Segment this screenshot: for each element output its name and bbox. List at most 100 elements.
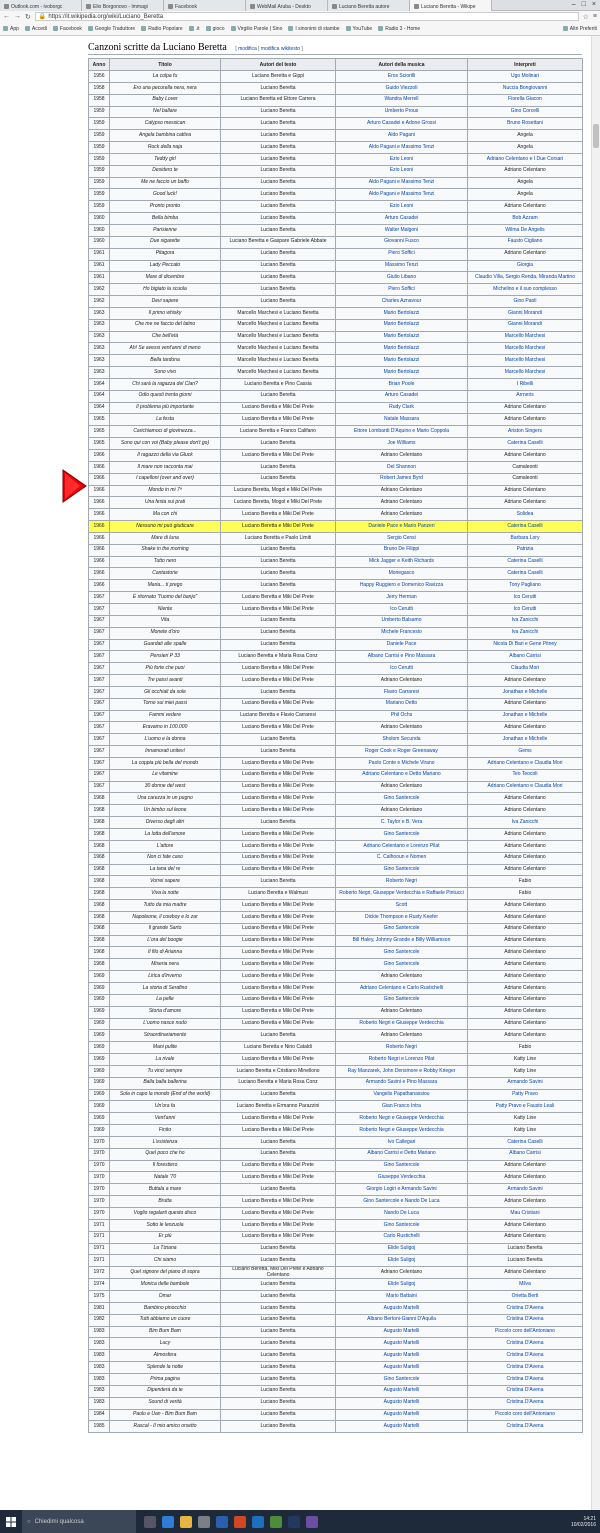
cell-lyricists[interactable]: Marcello Marchesi e Luciano Beretta [220,318,336,332]
cell-performers[interactable]: Marcello Marchesi [467,366,583,379]
cell-performers[interactable]: Cristina D'Avena [467,1301,583,1315]
cell-performers[interactable]: Gianni Morandi [467,318,583,332]
cell-performers[interactable]: Bob Azzam [467,212,583,225]
cell-composers[interactable]: Ivo Callegari [335,1135,468,1149]
cell-lyricists[interactable]: Luciano Beretta e Maria Rosa Conz [220,650,336,664]
edge-icon[interactable] [162,1515,174,1528]
cell-composers[interactable]: Gian Franco Intra [335,1100,468,1114]
cell-composers[interactable]: Adriano Celentano [335,508,468,522]
cell-performers[interactable]: Katty Line [467,1112,583,1126]
cell-composers[interactable]: Adriano Celentano [335,496,468,510]
cell-lyricists[interactable]: Luciano Beretta e Miki Del Prete [220,591,336,604]
cell-performers[interactable]: Adriano Celentano [467,946,583,960]
system-tray-clock[interactable]: 14:21 10/02/2016 [571,1516,600,1528]
cell-composers[interactable]: Flavio Carraresi [335,685,468,699]
cell-lyricists[interactable]: Luciano Beretta e Miki Del Prete [220,946,336,960]
cell-composers[interactable]: Mario Bertolazzi [335,342,468,356]
cell-composers[interactable]: Adriano Celentano e Carlo Rustichelli [335,981,468,995]
column-header-year[interactable]: Anno [88,58,110,71]
cell-composers[interactable]: Bruno De Filippi [335,543,468,557]
star-icon[interactable]: ☆ [583,13,589,21]
cell-performers[interactable]: Marcello Marchesi [467,330,583,344]
cell-lyricists[interactable]: Luciano Beretta e Miki Del Prete [220,1112,336,1126]
cell-composers[interactable]: Mario Bertolazzi [335,366,468,379]
word-icon[interactable] [216,1515,228,1528]
cell-performers[interactable]: Adriano Celentano [467,792,583,806]
cell-composers[interactable]: Augusto Martelli [335,1396,468,1410]
cell-lyricists[interactable]: Luciano Beretta [220,1396,336,1410]
cell-lyricists[interactable]: Luciano Beretta e Miki Del Prete [220,662,336,676]
store-icon[interactable] [198,1515,210,1528]
cell-lyricists[interactable]: Luciano Beretta, Mogol e Miki Del Prete [220,496,336,510]
cell-performers[interactable]: Albano Carrisi [467,1147,583,1161]
cell-lyricists[interactable]: Luciano Beretta [220,105,336,119]
cell-performers[interactable]: Fabio [467,887,583,901]
column-header-lyricists[interactable]: Autori del testo [220,58,336,71]
forward-icon[interactable]: → [14,13,21,20]
cell-performers[interactable]: Ico Cerutti [467,591,583,604]
app-icon[interactable] [306,1515,318,1528]
cell-lyricists[interactable]: Luciano Beretta e Miki Del Prete [220,1017,336,1031]
browser-tab[interactable]: Outlook.com - ivoborgc [0,0,82,11]
cell-performers[interactable]: Fausto Cigliano [467,235,583,249]
cell-performers[interactable]: Adriano Celentano [467,1029,583,1043]
cell-performers[interactable]: Solidea [467,508,583,522]
cell-composers[interactable]: Umberto Balsamo [335,614,468,628]
cell-performers[interactable]: Jonathan e Michelle [467,709,583,723]
cell-performers[interactable]: Adriano Celentano [467,839,583,853]
cell-lyricists[interactable]: Luciano Beretta [220,81,336,95]
cell-lyricists[interactable]: Luciano Beretta [220,1372,336,1386]
cell-composers[interactable]: Rudy Clark [335,401,468,415]
cell-performers[interactable]: Bruno Rosettani [467,117,583,131]
cell-performers[interactable]: Camaleonti [467,460,583,474]
cell-composers[interactable]: Adriano Celentano [335,970,468,983]
cell-composers[interactable]: Augusto Martelli [335,1301,468,1315]
cell-performers[interactable]: Tony Pagliano [467,579,583,593]
cell-lyricists[interactable]: Luciano Beretta [220,733,336,747]
column-header-composers[interactable]: Autori della musica [335,58,468,71]
powerpoint-icon[interactable] [234,1515,246,1528]
cell-performers[interactable]: Adriano Celentano [467,164,583,178]
cell-composers[interactable]: Monegasco [335,567,468,581]
cell-composers[interactable]: Giuseppe Verdecchia [335,1171,468,1185]
cell-performers[interactable]: Adriano Celentano [467,804,583,818]
cell-lyricists[interactable]: Luciano Beretta e Miki Del Prete [220,1207,336,1220]
cell-composers[interactable]: Roberto Negri [335,875,468,889]
cell-lyricists[interactable]: Luciano Beretta, Mogol e Miki Del Prete [220,484,336,498]
cell-lyricists[interactable]: Luciano Beretta [220,212,336,225]
cell-performers[interactable]: Adriano Celentano [467,200,583,214]
cell-performers[interactable]: Adriano Celentano [467,899,583,912]
cell-composers[interactable]: Adriano Celentano [335,674,468,687]
cell-performers[interactable]: Cristina D'Avena [467,1361,583,1374]
cell-lyricists[interactable]: Luciano Beretta e Gaspare Gabriele Abbat… [220,235,336,249]
browser-tab[interactable]: Luciano Beretta autore [328,0,410,11]
cell-composers[interactable]: Augusto Martelli [335,1361,468,1374]
cell-performers[interactable]: Cristina D'Avena [467,1384,583,1398]
cell-composers[interactable]: Mario Battaini [335,1290,468,1303]
cell-lyricists[interactable]: Marcello Marchesi e Luciano Beretta [220,306,336,320]
cell-performers[interactable]: Adriano Celentano [467,934,583,948]
cell-lyricists[interactable]: Luciano Beretta e Miki Del Prete [220,958,336,972]
cell-lyricists[interactable]: Luciano Beretta e Miki Del Prete [220,1171,336,1185]
cell-lyricists[interactable]: Luciano Beretta e Miki Del Prete [220,1005,336,1019]
cell-composers[interactable]: Mario Bertolazzi [335,318,468,332]
cell-lyricists[interactable]: Luciano Beretta [220,164,336,178]
cell-lyricists[interactable]: Luciano Beretta, Miki Del Prete e Adrian… [220,1266,336,1280]
cell-performers[interactable]: Gino Paoli [467,295,583,308]
chrome-icon[interactable] [270,1515,282,1528]
cell-composers[interactable]: Mario Bertolazzi [335,330,468,344]
cell-performers[interactable]: Adriano Celentano [467,910,583,924]
bookmark-item[interactable]: .it [188,26,200,32]
cell-composers[interactable]: C. Taylor e B. Vera [335,816,468,829]
cell-composers[interactable]: Gino Santercole [335,792,468,806]
start-button[interactable] [0,1510,22,1533]
cell-composers[interactable]: Gino Santercole e Nando De Luca [335,1195,468,1208]
cell-composers[interactable]: Elide Suligoj [335,1242,468,1256]
cell-lyricists[interactable]: Luciano Beretta [220,188,336,202]
cell-composers[interactable]: Eros Sciorilli [335,70,468,83]
cell-lyricists[interactable]: Luciano Beretta [220,626,336,640]
cell-performers[interactable]: Gianni Morandi [467,306,583,320]
cell-lyricists[interactable]: Luciano Beretta e Miki Del Prete [220,792,336,806]
cell-lyricists[interactable]: Luciano Beretta [220,614,336,628]
edit-link[interactable]: modifica [238,46,257,52]
